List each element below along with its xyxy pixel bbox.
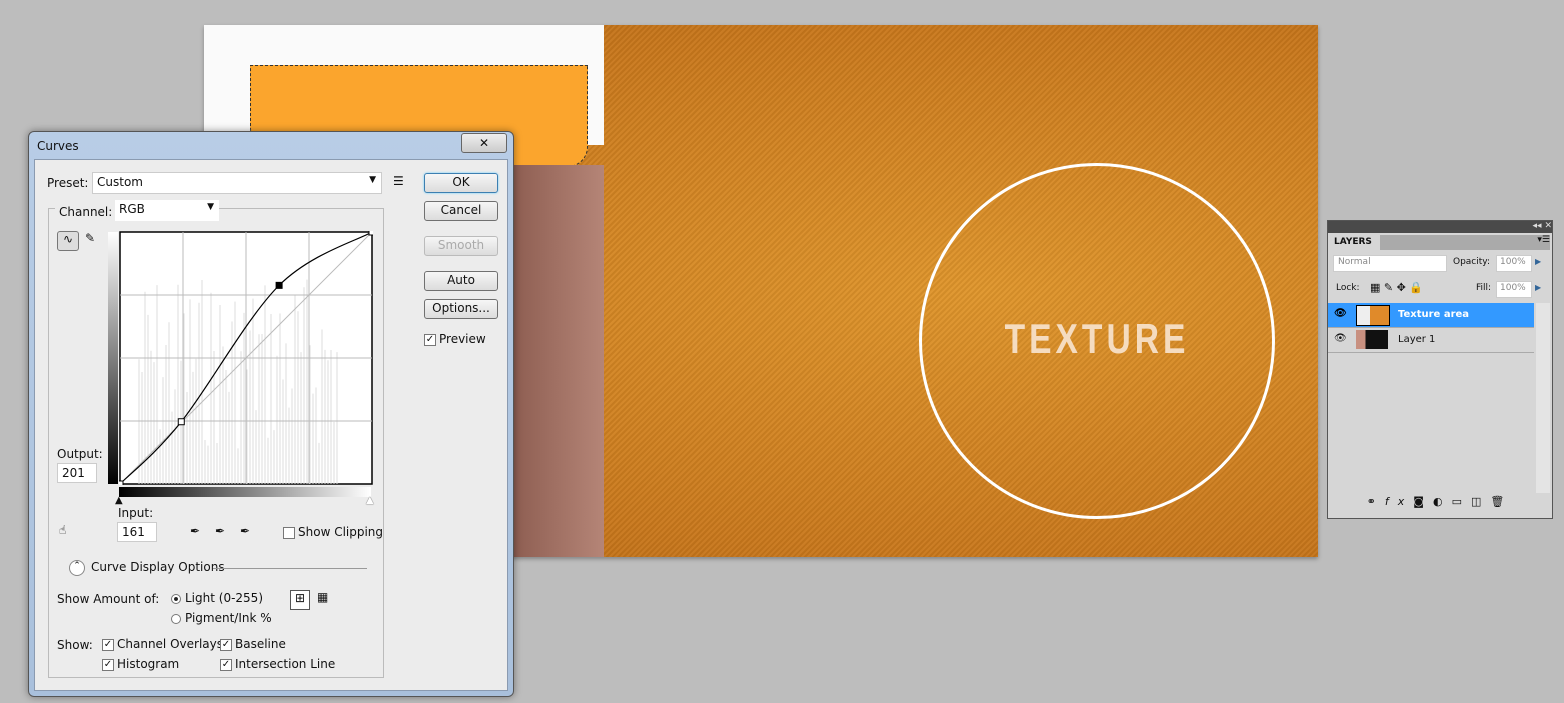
channel-select[interactable]: RGB ▼ [115, 200, 219, 221]
cancel-button[interactable]: Cancel [424, 201, 498, 221]
chevron-down-icon: ▼ [207, 202, 214, 212]
preview-label: Preview [439, 332, 486, 346]
histogram-label: Histogram [117, 657, 180, 671]
channel-overlays-label: Channel Overlays [117, 637, 223, 651]
trash-icon[interactable]: 🗑 [1490, 495, 1513, 508]
input-gradient [119, 487, 371, 497]
channel-overlays-checkbox[interactable]: ✓ Channel Overlays [102, 637, 223, 651]
baseline-checkbox[interactable]: ✓ Baseline [220, 637, 286, 651]
channel-value: RGB [119, 202, 145, 216]
lock-icons[interactable]: ▦ ✎ ✥ 🔒 [1370, 281, 1423, 294]
opacity-field[interactable]: 100% [1496, 255, 1532, 272]
eye-icon[interactable]: 👁 [1334, 308, 1347, 319]
eye-icon[interactable]: 👁 [1334, 333, 1347, 344]
curves-dialog: Curves ✕ Preset: Custom ▼ ☰ Channel: RGB ▼… [28, 131, 514, 697]
layer-thumbnail [1356, 305, 1390, 326]
show-amount-label: Show Amount of: [57, 592, 160, 606]
show-clipping-label: Show Clipping [298, 525, 384, 539]
new-layer-icon[interactable]: ◫ [1471, 495, 1490, 508]
output-field[interactable]: 201 [57, 463, 97, 483]
layer-name: Layer 1 [1398, 334, 1436, 345]
layer-thumbnail [1356, 330, 1388, 349]
show-label: Show: [57, 638, 93, 652]
close-icon[interactable]: ✕ [1544, 221, 1552, 231]
show-clipping-checkbox[interactable]: Show Clipping [283, 525, 383, 539]
skin-area [504, 165, 604, 557]
layer-row-layer-1[interactable]: 👁 Layer 1 [1328, 328, 1534, 353]
curve-point[interactable] [177, 418, 185, 426]
auto-button[interactable]: Auto [424, 271, 498, 291]
opacity-arrow-icon[interactable]: ▶ [1535, 257, 1541, 266]
curve-graph[interactable] [119, 231, 373, 485]
texture-text: TEXTURE [1004, 315, 1190, 362]
panel-footer: ⚭fx◙◐▭◫🗑 [1328, 495, 1552, 508]
layers-tab[interactable]: LAYERS [1330, 235, 1380, 250]
dialog-title: Curves [37, 139, 79, 153]
intersection-line-checkbox[interactable]: ✓ Intersection Line [220, 657, 335, 671]
histogram-checkbox[interactable]: ✓ Histogram [102, 657, 179, 671]
black-eyedropper-icon[interactable]: ✒ [190, 524, 200, 538]
divider [213, 568, 367, 569]
panel-header: ◂◂ ✕ [1328, 221, 1552, 233]
fill-label: Fill: [1476, 283, 1492, 293]
close-button[interactable]: ✕ [461, 133, 507, 153]
simple-grid-icon[interactable]: ⊞ [290, 590, 310, 610]
output-gradient [108, 232, 118, 484]
white-eyedropper-icon[interactable]: ✒ [240, 524, 250, 538]
pencil-icon[interactable]: ✎ [85, 231, 95, 245]
options-button[interactable]: Options... [424, 299, 498, 319]
folder-icon[interactable]: ▭ [1452, 495, 1471, 508]
pigment-radio[interactable]: Pigment/Ink % [171, 611, 272, 625]
intersection-line-label: Intersection Line [235, 657, 336, 671]
light-radio[interactable]: Light (0-255) [171, 591, 263, 605]
hand-adjust-icon[interactable]: ☝ [59, 523, 66, 537]
lock-label: Lock: [1336, 283, 1360, 293]
gray-eyedropper-icon[interactable]: ✒ [215, 524, 225, 538]
mask-icon[interactable]: ◙ [1413, 495, 1433, 508]
input-field[interactable]: 161 [117, 522, 157, 542]
pigment-label: Pigment/Ink % [185, 611, 272, 625]
curve-point[interactable] [119, 480, 124, 485]
white-point-slider[interactable]: ▲ [366, 495, 374, 506]
channel-label: Channel: [55, 205, 117, 219]
detailed-grid-icon[interactable]: ▦ [317, 590, 328, 604]
fill-field[interactable]: 100% [1496, 281, 1532, 298]
preset-value: Custom [97, 175, 143, 189]
preset-menu-icon[interactable]: ☰ [393, 174, 404, 188]
output-label: Output: [57, 447, 103, 461]
curve-point[interactable] [368, 231, 373, 236]
black-point-slider[interactable]: ▲ [115, 495, 123, 506]
collapse-icon[interactable]: ◂◂ [1533, 221, 1542, 231]
preset-label: Preset: [47, 176, 89, 190]
preset-select[interactable]: Custom ▼ [92, 172, 382, 194]
fill-arrow-icon[interactable]: ▶ [1535, 283, 1541, 292]
link-icon[interactable]: ⚭ [1367, 495, 1385, 508]
curve-tool-icon[interactable]: ∿ [57, 231, 79, 251]
chevron-down-icon: ▼ [369, 175, 376, 185]
blend-mode-select[interactable]: Normal [1333, 255, 1447, 272]
scrollbar[interactable] [1536, 303, 1550, 493]
curve-point[interactable] [275, 281, 283, 289]
smooth-button[interactable]: Smooth [424, 236, 498, 256]
fx-icon[interactable]: fx [1385, 495, 1413, 508]
preview-checkbox[interactable]: ✓ Preview [424, 332, 486, 346]
layer-row-texture-area[interactable]: 👁 Texture area [1328, 303, 1534, 328]
input-label: Input: [118, 506, 154, 520]
panel-menu-icon[interactable]: ▾☰ [1380, 235, 1550, 250]
curve-display-options[interactable]: Curve Display Options [91, 560, 225, 574]
collapse-icon[interactable]: ⌃ [69, 560, 85, 576]
light-label: Light (0-255) [185, 591, 263, 605]
adjustment-icon[interactable]: ◐ [1433, 495, 1452, 508]
ok-button[interactable]: OK [424, 173, 498, 193]
baseline-label: Baseline [235, 637, 286, 651]
dialog-body: Preset: Custom ▼ ☰ Channel: RGB ▼ ∿ ✎ ▲ ▲ … [34, 159, 508, 691]
layers-panel: ◂◂ ✕ LAYERS ▾☰ Normal Opacity: 100% ▶ Lo… [1327, 220, 1553, 519]
opacity-label: Opacity: [1453, 257, 1490, 267]
layer-name: Texture area [1398, 309, 1470, 320]
